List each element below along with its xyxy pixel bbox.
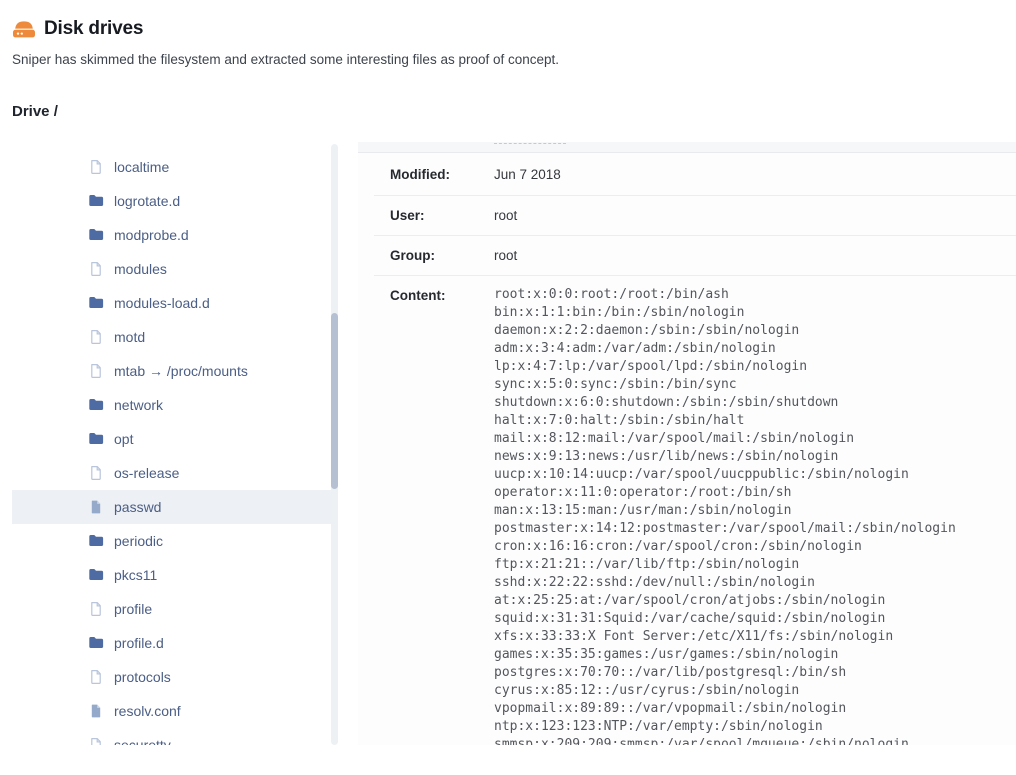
tree-item-modprobe.d[interactable]: modprobe.d [12, 218, 331, 252]
file-icon [88, 363, 104, 379]
tree-item-label: logrotate.d [114, 193, 180, 209]
page-title: Disk drives [44, 18, 143, 40]
group-value: root [494, 248, 517, 263]
tree-item-opt[interactable]: opt [12, 422, 331, 456]
file-filled-icon [88, 703, 104, 719]
tree-item-resolv.conf[interactable]: resolv.conf [12, 694, 331, 728]
folder-icon [88, 567, 104, 583]
tree-item-network[interactable]: network [12, 388, 331, 422]
folder-icon [88, 193, 104, 209]
disk-drives-icon [11, 16, 37, 42]
tree-item-modules-load.d[interactable]: modules-load.d [12, 286, 331, 320]
user-label: User: [374, 208, 494, 223]
tree-item-modules[interactable]: modules [12, 252, 331, 286]
tree-scrollbar[interactable] [331, 144, 338, 745]
tree-item-protocols[interactable]: protocols [12, 660, 331, 694]
drive-path-label: Drive / [12, 103, 58, 120]
file-icon [88, 261, 104, 277]
tree-item-label: mtab → /proc/mounts [114, 363, 248, 379]
group-label: Group: [374, 248, 494, 263]
tree-item-periodic[interactable]: periodic [12, 524, 331, 558]
file-content: root:x:0:0:root:/root:/bin/ash bin:x:1:1… [494, 286, 956, 745]
tree-item-label: resolv.conf [114, 703, 181, 719]
modified-value: Jun 7 2018 [494, 167, 561, 182]
tree-item-label: pkcs11 [114, 567, 157, 583]
folder-icon [88, 635, 104, 651]
tree-item-label: passwd [114, 499, 161, 515]
tree-item-profile[interactable]: profile [12, 592, 331, 626]
file-icon [88, 737, 104, 745]
tree-item-label: os-release [114, 465, 179, 481]
folder-icon [88, 397, 104, 413]
file-tree: localtime logrotate.d modprobe.d modules mod… [12, 150, 331, 745]
tree-item-label: opt [114, 431, 133, 447]
tree-item-label: localtime [114, 159, 169, 175]
detail-row-user: User: root [374, 196, 1016, 236]
tree-item-os-release[interactable]: os-release [12, 456, 331, 490]
tree-item-pkcs11[interactable]: pkcs11 [12, 558, 331, 592]
page-subtitle: Sniper has skimmed the filesystem and ex… [12, 52, 559, 67]
tree-item-label: profile.d [114, 635, 164, 651]
tree-item-label: protocols [114, 669, 171, 685]
folder-icon [88, 227, 104, 243]
user-value: root [494, 208, 517, 223]
detail-row-group: Group: root [374, 236, 1016, 276]
tree-item-motd[interactable]: motd [12, 320, 331, 354]
tree-item-profile.d[interactable]: profile.d [12, 626, 331, 660]
tree-item-label: securetty [114, 737, 171, 745]
file-icon [88, 159, 104, 175]
tree-item-label: periodic [114, 533, 163, 549]
modified-label: Modified: [374, 167, 494, 182]
detail-row-modified: Modified: Jun 7 2018 [374, 153, 1016, 196]
folder-icon [88, 533, 104, 549]
content-label: Content: [374, 286, 494, 303]
file-details-panel: Modified: Jun 7 2018 User: root Group: r… [358, 142, 1016, 745]
truncated-row-remnant [358, 142, 1016, 153]
tree-item-label: modules [114, 261, 167, 277]
truncated-value-underline [494, 143, 566, 144]
detail-row-content: Content: root:x:0:0:root:/root:/bin/ash … [374, 276, 1016, 745]
file-icon [88, 669, 104, 685]
tree-item-localtime[interactable]: localtime [12, 150, 331, 184]
file-filled-icon [88, 499, 104, 515]
tree-item-label: network [114, 397, 163, 413]
tree-item-logrotate.d[interactable]: logrotate.d [12, 184, 331, 218]
tree-item-passwd[interactable]: passwd [12, 490, 331, 524]
tree-item-mtab-proc-mounts[interactable]: mtab → /proc/mounts [12, 354, 331, 388]
file-icon [88, 601, 104, 617]
folder-icon [88, 295, 104, 311]
file-icon [88, 465, 104, 481]
tree-item-label: motd [114, 329, 145, 345]
folder-icon [88, 431, 104, 447]
tree-item-label: modprobe.d [114, 227, 189, 243]
tree-item-label: profile [114, 601, 152, 617]
file-icon [88, 329, 104, 345]
tree-item-label: modules-load.d [114, 295, 210, 311]
tree-scrollbar-thumb[interactable] [331, 313, 338, 489]
tree-item-securetty[interactable]: securetty [12, 728, 331, 745]
